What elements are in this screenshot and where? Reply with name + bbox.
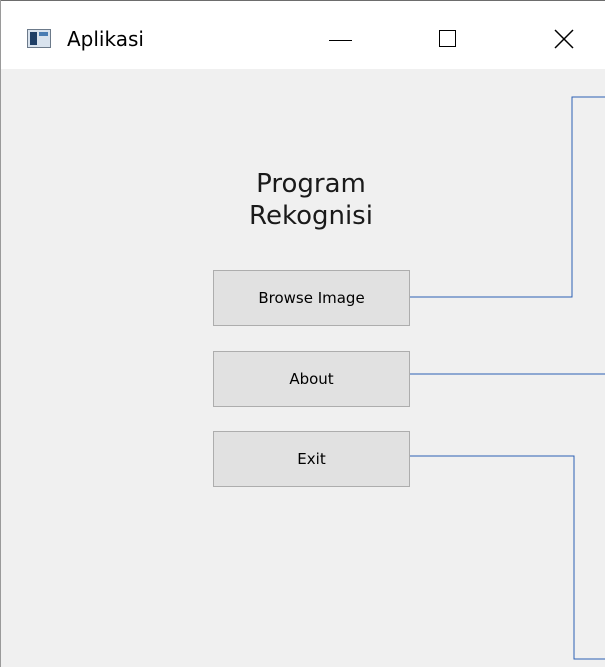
minimize-icon (329, 40, 352, 41)
app-window: Aplikasi Program Rekognisi Browse Image … (0, 0, 605, 667)
connector-lines (410, 96, 605, 660)
close-button[interactable] (541, 19, 587, 59)
browse-image-button[interactable]: Browse Image (213, 270, 410, 326)
exit-button[interactable]: Exit (213, 431, 410, 487)
maximize-icon (439, 30, 456, 47)
title-bar[interactable]: Aplikasi (1, 0, 605, 69)
browse-connector-line (410, 96, 605, 298)
exit-connector-line (410, 455, 605, 660)
about-button[interactable]: About (213, 351, 410, 407)
minimize-button[interactable] (321, 19, 367, 59)
window-title: Aplikasi (67, 27, 144, 51)
program-heading: Program Rekognisi (249, 169, 373, 231)
close-icon (554, 29, 574, 49)
app-window-icon (27, 29, 51, 48)
maximize-button[interactable] (423, 19, 469, 59)
